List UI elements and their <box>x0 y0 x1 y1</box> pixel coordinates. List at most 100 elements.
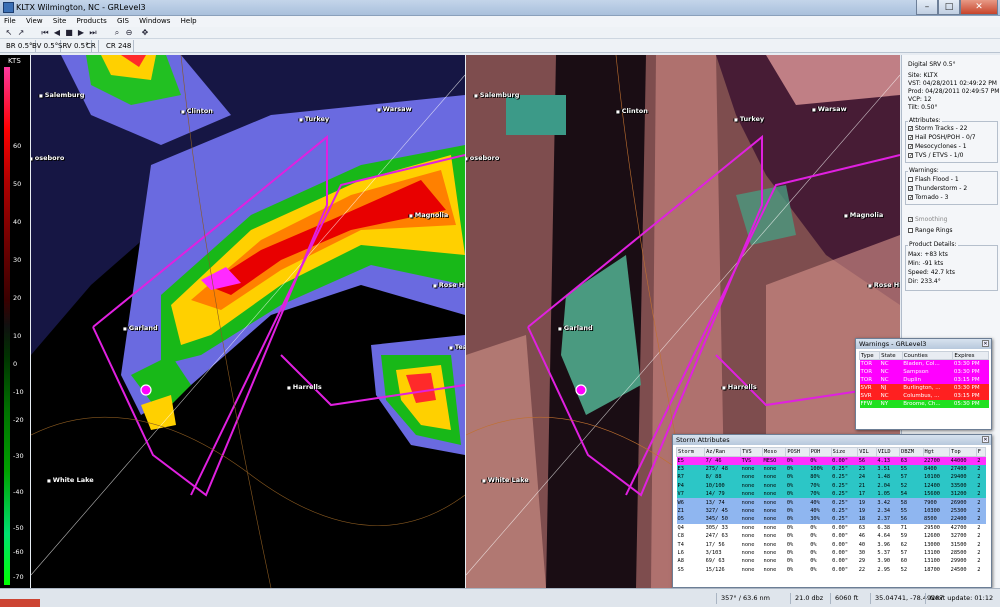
column-header[interactable]: Type <box>858 351 881 360</box>
column-header[interactable]: Storm <box>675 447 706 457</box>
menu-help[interactable]: Help <box>177 16 201 27</box>
storm-cell: 13100 <box>924 558 940 565</box>
column-header[interactable]: POSH <box>785 447 810 457</box>
column-header[interactable]: TVS <box>740 447 763 457</box>
checkbox-checked-icon[interactable]: ✓ <box>908 217 913 223</box>
storm-row[interactable]: A8 69/ 63 none none 0% 0% 0.00" 29 3.90 60 13100 29… <box>676 557 986 566</box>
reflectivity-map[interactable]: Salemburg Clinton Turkey Warsaw oseboro … <box>31 55 465 588</box>
column-header[interactable]: DBZM <box>899 447 924 457</box>
storm-window-header[interactable]: Storm Attributes ✕ <box>673 435 991 445</box>
smoothing-toggle[interactable]: ✓ Smoothing <box>908 216 947 223</box>
warn-thunderstorm[interactable]: ✓ Thunderstorm - 2 <box>908 185 967 192</box>
menu-view[interactable]: View <box>22 16 47 27</box>
warning-row[interactable]: SVR NJ Burlington, ... 03:30 PM <box>859 383 989 392</box>
column-header[interactable]: Meso <box>761 447 787 457</box>
menu-site[interactable]: Site <box>49 16 70 27</box>
legend-tick: -50 <box>13 524 24 532</box>
play-back-icon[interactable]: ◀ <box>52 28 62 38</box>
storm-attributes-window[interactable]: Storm Attributes ✕ Storm Az/Ran TVS Meso POS… <box>672 434 992 588</box>
checkbox-checked-icon[interactable]: ✓ <box>908 144 913 150</box>
vcp-value: VCP: 12 <box>908 96 932 103</box>
column-header[interactable]: Hgt <box>922 447 951 457</box>
checkbox-checked-icon[interactable]: ✓ <box>908 153 913 159</box>
storm-cell: 29400 <box>950 474 967 481</box>
menu-file[interactable]: File <box>0 16 20 27</box>
storm-row[interactable]: Z1 327/ 45 none none 0% 40% 0.25" 19 2.34 55 10300… <box>676 506 986 516</box>
storm-cell: 5.37 <box>877 549 891 556</box>
checkbox-icon[interactable] <box>908 177 913 182</box>
close-icon[interactable]: ✕ <box>982 340 989 347</box>
product-cr248[interactable]: CR 248 <box>104 40 135 52</box>
zoom-icon[interactable]: ⌕ <box>112 28 122 38</box>
checkbox-icon[interactable] <box>908 228 913 233</box>
warning-row[interactable]: TOR NC Bladen, Col... 03:30 PM <box>859 359 989 368</box>
menu-windows[interactable]: Windows <box>135 16 174 27</box>
close-button[interactable]: ✕ <box>960 0 998 15</box>
storm-row[interactable]: V7 14/ 79 none none 0% 70% 0.25" 17 1.05 54 15600 3… <box>676 490 986 499</box>
column-header[interactable]: Top <box>949 447 977 457</box>
column-header[interactable]: VIL <box>857 447 877 457</box>
storm-cell: 63 <box>858 524 866 531</box>
close-icon[interactable]: ✕ <box>982 436 989 443</box>
menu-products[interactable]: Products <box>73 16 111 27</box>
warnings-window-header[interactable]: Warnings - GRLevel3 ✕ <box>856 339 991 349</box>
stop-icon[interactable]: ■ <box>64 28 74 38</box>
warning-row[interactable]: FFW NY Broome, Ch... 05:30 PM <box>859 399 989 408</box>
column-header[interactable]: POH <box>808 447 832 457</box>
checkbox-checked-icon[interactable]: ✓ <box>908 126 913 132</box>
city-label: Salemburg <box>39 91 85 99</box>
storm-row[interactable]: T4 17/ 56 none none 0% 0% 0.00" 40 3.96 62 13000 31… <box>676 540 986 549</box>
column-header[interactable]: Expires <box>952 351 989 360</box>
checkbox-checked-icon[interactable]: ✓ <box>908 195 913 201</box>
column-header[interactable]: F <box>975 447 987 457</box>
storm-row[interactable]: O5 345/ 50 none none 0% 30% 0.25" 18 2.37 56 8500 2… <box>676 515 986 524</box>
maximize-button[interactable]: □ <box>938 0 960 15</box>
cursor-icon[interactable]: ↖ <box>4 28 14 38</box>
column-header[interactable]: Size <box>830 447 859 457</box>
attr-tvs[interactable]: ✓ TVS / ETVS - 1/0 <box>908 152 963 159</box>
attr-hail[interactable]: ✓ Hail POSH/POH - 0/7 <box>908 134 976 141</box>
storm-row[interactable]: W6 13/ 74 none none 0% 40% 0.25" 19 3.42 58 7900 26… <box>676 498 986 507</box>
column-header[interactable]: Az/Ran <box>704 447 742 457</box>
storm-cell: 30 <box>858 549 866 556</box>
storm-row[interactable]: R7 8/ 88 none none 0% 80% 0.25" 24 1.48 57 10100 29… <box>676 473 986 482</box>
storm-row[interactable]: C8 247/ 63 none none 0% 0% 0.00" 46 4.64 59 12600 3… <box>676 532 986 541</box>
warning-row[interactable]: TOR NC Duplin 03:15 PM <box>859 375 989 384</box>
minimize-button[interactable]: – <box>916 0 938 15</box>
arrow-icon[interactable]: ↗ <box>16 28 26 38</box>
attr-storm-tracks[interactable]: ✓ Storm Tracks - 22 <box>908 125 967 132</box>
pan-icon[interactable]: ✥ <box>140 28 150 38</box>
column-header[interactable]: Counties <box>901 351 954 360</box>
column-header[interactable]: VILD <box>875 447 901 457</box>
storm-cell: none <box>763 533 777 540</box>
city-label: Turkey <box>299 115 329 123</box>
column-header[interactable]: State <box>879 351 903 360</box>
storm-row[interactable]: E3 275/ 48 none none 0% 100% 0.25" 23 3.51 55 8400… <box>676 464 986 474</box>
product-cr[interactable]: CR <box>84 40 99 52</box>
warning-cell-counties: Burlington, ... <box>903 384 941 391</box>
status-height: 6060 ft <box>830 593 862 604</box>
warning-row[interactable]: TOR NC Sampson 03:30 PM <box>859 367 989 376</box>
storm-row[interactable]: S5 15/126 none none 0% 0% 0.00" 22 2.95 52 18700 24… <box>676 565 986 574</box>
storm-row[interactable]: L6 3/103 none none 0% 0% 0.00" 30 5.37 57 13100 285… <box>676 548 986 558</box>
city-label: Salemburg <box>474 91 520 99</box>
checkbox-checked-icon[interactable]: ✓ <box>908 135 913 141</box>
warn-flash-flood[interactable]: Flash Flood - 1 <box>908 176 959 183</box>
storm-row[interactable]: Q4 305/ 33 none none 0% 0% 0.00" 63 6.38 71 29500 4… <box>676 523 986 533</box>
range-rings-toggle[interactable]: Range Rings <box>908 227 953 234</box>
first-frame-icon[interactable]: ⏮ <box>40 28 50 38</box>
storm-row[interactable]: P4 10/100 none none 0% 70% 0.25" 21 2.04 52 12400 3… <box>676 481 986 491</box>
storm-row[interactable]: E5 7/ 46 TVS MESO 0% 0% 0.00" 56 4.13 63 22700 4400… <box>676 456 986 465</box>
checkbox-checked-icon[interactable]: ✓ <box>908 186 913 192</box>
play-icon[interactable]: ▶ <box>76 28 86 38</box>
warning-row[interactable]: SVR NC Columbus, ... 03:15 PM <box>859 391 989 400</box>
storm-cell: 0% <box>786 508 794 515</box>
warn-tornado[interactable]: ✓ Tornado - 3 <box>908 194 948 201</box>
warnings-window[interactable]: Warnings - GRLevel3 ✕ Type State Counties E… <box>855 338 992 430</box>
menu-gis[interactable]: GIS <box>113 16 133 27</box>
attr-mesocyclones[interactable]: ✓ Mesocyclones - 1 <box>908 143 967 150</box>
legend-tick: -30 <box>13 452 24 460</box>
zoom-out-icon[interactable]: ⊖ <box>124 28 134 38</box>
legend-tick: 60 <box>13 142 22 150</box>
last-frame-icon[interactable]: ⏭ <box>88 28 98 38</box>
